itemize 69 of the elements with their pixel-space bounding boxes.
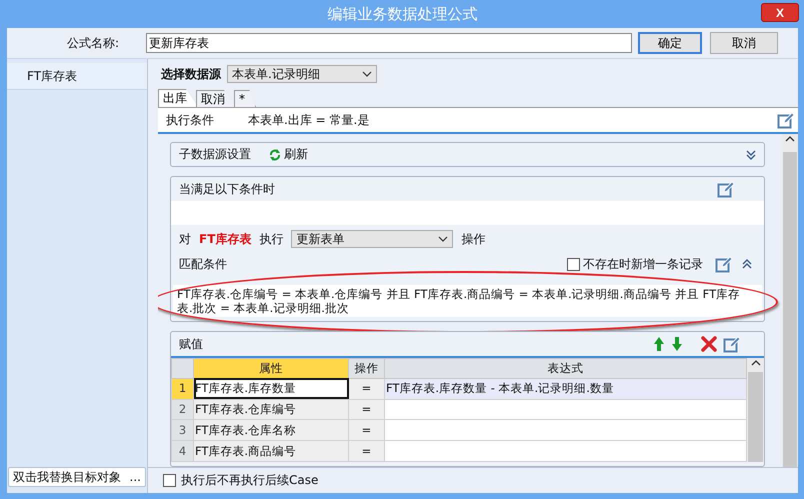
table-cell: = [348, 420, 384, 441]
refresh-icon [269, 148, 281, 160]
field-value: 双击我替换目标对象 [13, 468, 121, 486]
table-cell[interactable]: FT库存表.商品编号 [194, 440, 348, 462]
datasource-label: 选择数据源 [161, 66, 221, 82]
dropdown-value: 更新表单 [296, 230, 344, 248]
row-number[interactable]: 2 [172, 399, 194, 420]
table-cell: = [348, 399, 384, 420]
table-scrollbar[interactable] [747, 358, 764, 462]
scrollbar-thumb[interactable] [783, 152, 797, 467]
table-cell[interactable]: FT库存表.仓库名称 [194, 420, 348, 441]
ellipsis-button[interactable]: ... [130, 470, 141, 484]
confirm-button[interactable]: 确定 [638, 32, 702, 54]
row-number[interactable]: 4 [172, 440, 194, 462]
vertical-scrollbar[interactable] [782, 134, 798, 467]
text-label: 对 [179, 230, 191, 248]
table-cell: = [348, 440, 384, 462]
condition-value: 本表单.出库 = 常量.是 [248, 112, 370, 128]
text-label: 执行 [259, 230, 284, 248]
cancel-button[interactable]: 取消 [710, 32, 778, 54]
edit-icon[interactable] [777, 112, 794, 128]
table-cell[interactable]: FT库存表.库存数量 - 本表单.记录明细.数量 [384, 378, 746, 400]
action-dropdown[interactable]: 更新表单 [291, 230, 454, 248]
tab[interactable]: 出库 [158, 89, 198, 107]
table-cell[interactable] [384, 420, 746, 441]
card-title: 当满足以下条件时 [179, 180, 275, 198]
scrollbar-thumb[interactable] [748, 372, 763, 462]
sidebar-item[interactable]: FT库存表 [7, 63, 147, 90]
arrow-down-icon[interactable] [671, 336, 683, 352]
scroll-up-icon[interactable] [750, 358, 760, 368]
tab[interactable]: * [234, 90, 256, 107]
delete-icon[interactable] [701, 336, 717, 352]
edit-icon[interactable] [723, 336, 740, 352]
edit-icon[interactable] [717, 180, 734, 198]
window-title: 编辑业务数据处理公式 [328, 4, 478, 24]
column-header: 操作 [348, 358, 384, 378]
datasource-dropdown[interactable]: 本表单.记录明细 [227, 65, 377, 83]
condition-label: 执行条件 [165, 112, 215, 128]
collapse-icon[interactable] [742, 259, 752, 269]
edit-icon[interactable] [715, 256, 732, 272]
column-header: 属性 [194, 358, 348, 378]
target-name: FT库存表 [199, 230, 252, 248]
card-title: 赋值 [179, 336, 203, 352]
table-cell[interactable] [384, 399, 746, 420]
text-label: 操作 [461, 230, 486, 248]
chevron-icon[interactable] [746, 150, 756, 160]
table-cell[interactable]: FT库存表.库存数量 [194, 378, 348, 400]
tab[interactable]: 取消 [196, 90, 236, 107]
match-label: 匹配条件 [179, 256, 227, 272]
name-input-field[interactable]: 更新库存表 [146, 33, 632, 53]
table-cell[interactable]: FT库存表.仓库编号 [194, 399, 348, 420]
checkbox[interactable] [567, 258, 580, 270]
checkbox-label: 执行后不再执行后续Case [181, 472, 318, 489]
table-cell: = [348, 378, 384, 400]
scroll-up-icon[interactable] [785, 134, 795, 144]
table-cell[interactable] [384, 440, 746, 462]
dropdown-value: 本表单.记录明细 [232, 66, 320, 82]
refresh-button[interactable]: 刷新 [269, 146, 308, 163]
table-corner [172, 358, 194, 378]
column-header: 表达式 [384, 358, 746, 378]
subsource-label: 子数据源设置 [179, 146, 251, 163]
field-label: 公式名称: [66, 34, 120, 52]
arrow-up-icon[interactable] [653, 336, 665, 352]
checkbox[interactable] [163, 474, 176, 487]
row-number[interactable]: 1 [172, 378, 194, 400]
checkbox-label: 不存在时新增一条记录 [583, 256, 703, 272]
row-number[interactable]: 3 [172, 420, 194, 441]
close-button[interactable]: X [761, 3, 799, 22]
replace-target-field[interactable]: 双击我替换目标对象 ... [8, 467, 146, 487]
